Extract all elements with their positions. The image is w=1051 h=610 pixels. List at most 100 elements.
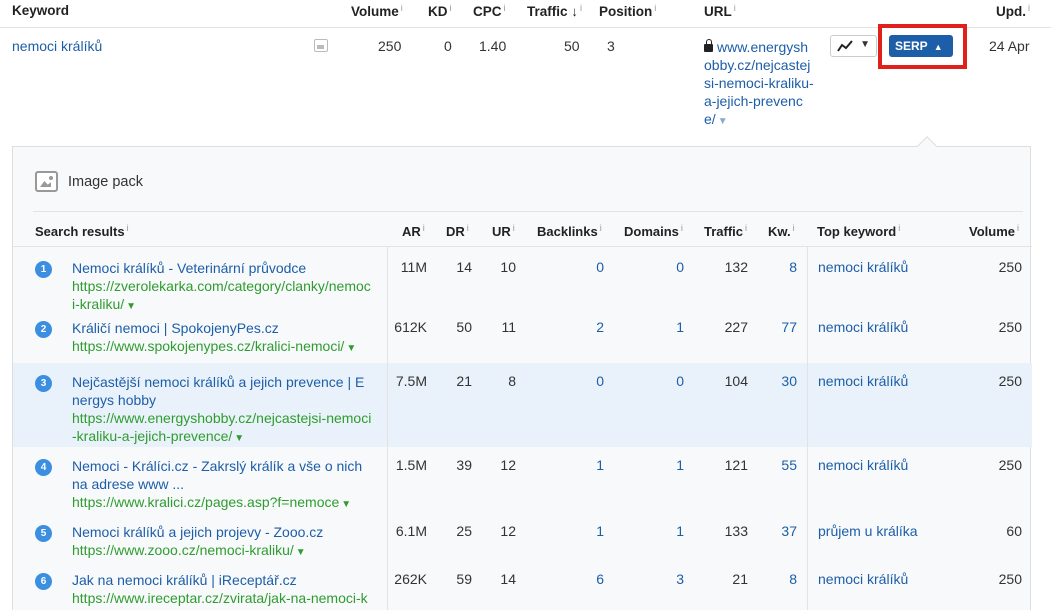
result-title-link[interactable]: Nemoci - Králíci.cz - Zakrslý králík a v…	[72, 458, 362, 492]
result-domains-link[interactable]: 0	[676, 259, 684, 275]
serp-result-row: 2 Králičí nemoci | SpokojenyPes.cz https:/…	[13, 309, 1032, 363]
rank-badge: 2	[35, 321, 52, 338]
result-title-link[interactable]: Jak na nemoci králíků | iReceptář.cz	[72, 572, 297, 588]
serp-result-row: 6 Jak na nemoci králíků | iReceptář.cz htt…	[13, 561, 1032, 610]
serp-panel: Image pack Search results i AR i DR i UR i B…	[12, 146, 1032, 610]
result-dr: 50	[456, 319, 472, 335]
col-position[interactable]: Position i	[599, 3, 656, 19]
col-backlinks[interactable]: Backlinks i	[537, 223, 602, 239]
keyword-updated: 24 Apr	[989, 38, 1030, 54]
caret-down-icon[interactable]: ▼	[341, 499, 351, 510]
caret-down-icon[interactable]: ▼	[346, 343, 356, 354]
result-backlinks-link[interactable]: 1	[596, 457, 604, 473]
result-url-link[interactable]: https://www.ireceptar.cz/zvirata/jak-na-…	[72, 590, 368, 610]
result-top-keyword-link[interactable]: nemoci králíků	[818, 571, 908, 587]
result-title-link[interactable]: Nemoci králíků a jejich projevy - Zooo.c…	[72, 524, 323, 540]
result-backlinks-link[interactable]: 1	[596, 523, 604, 539]
result-kw-link[interactable]: 8	[789, 259, 797, 275]
result-domains-link[interactable]: 1	[676, 319, 684, 335]
col-kw[interactable]: Kw. i	[768, 223, 795, 239]
result-traffic: 227	[724, 319, 748, 335]
caret-down-icon[interactable]: ▼	[234, 433, 244, 444]
result-kw-link[interactable]: 37	[781, 523, 797, 539]
result-kw-link[interactable]: 55	[781, 457, 797, 473]
col-ar[interactable]: AR i	[402, 223, 425, 239]
col-volume[interactable]: Volume i	[351, 3, 403, 19]
col-traffic[interactable]: Traffic i	[704, 223, 747, 239]
col-dr[interactable]: DR i	[446, 223, 469, 239]
image-pack-icon	[314, 39, 328, 52]
result-top-keyword-link[interactable]: nemoci králíků	[818, 259, 908, 275]
serp-result-row: 1 Nemoci králíků - Veterinární průvodce ht…	[13, 249, 1032, 312]
result-top-keyword-link[interactable]: nemoci králíků	[818, 373, 908, 389]
result-url-link[interactable]: https://www.zooo.cz/nemoci-kraliku/	[72, 542, 294, 558]
result-dr: 14	[456, 259, 472, 275]
result-domains-link[interactable]: 3	[676, 571, 684, 587]
result-traffic: 121	[724, 457, 748, 473]
result-top-keyword-link[interactable]: nemoci králíků	[818, 457, 908, 473]
col-url[interactable]: URL i	[704, 3, 736, 19]
result-url-link[interactable]: https://www.spokojenypes.cz/kralici-nemo…	[72, 338, 344, 354]
result-cell: Králičí nemoci | SpokojenyPes.cz https://…	[72, 319, 372, 358]
result-ar: 11M	[400, 259, 427, 275]
result-ar: 262K	[394, 571, 427, 587]
col-top-keyword[interactable]: Top keyword i	[817, 223, 900, 239]
result-title-link[interactable]: Nemoci králíků - Veterinární průvodce	[72, 260, 306, 276]
result-ur: 10	[500, 259, 516, 275]
trend-chart-icon	[837, 40, 853, 52]
lock-icon	[704, 39, 713, 52]
keyword-link[interactable]: nemoci králíků	[12, 38, 102, 54]
col-cpc[interactable]: CPC i	[473, 3, 506, 19]
result-top-keyword-link[interactable]: nemoci králíků	[818, 319, 908, 335]
caret-down-icon[interactable]: ▼	[718, 116, 728, 127]
column-divider	[807, 247, 808, 610]
col-ur[interactable]: UR i	[492, 223, 515, 239]
chevron-down-icon: ▼	[860, 39, 870, 50]
result-cell: Jak na nemoci králíků | iReceptář.cz http…	[72, 571, 372, 610]
result-domains-link[interactable]: 1	[676, 523, 684, 539]
column-divider	[387, 247, 388, 610]
rank-badge: 6	[35, 573, 52, 590]
result-title-link[interactable]: Králičí nemoci | SpokojenyPes.cz	[72, 320, 279, 336]
result-backlinks-link[interactable]: 0	[596, 259, 604, 275]
chart-dropdown-button[interactable]: ▼	[830, 35, 877, 57]
result-domains-link[interactable]: 0	[676, 373, 684, 389]
result-domains-link[interactable]: 1	[676, 457, 684, 473]
result-kw-link[interactable]: 30	[781, 373, 797, 389]
result-title-link[interactable]: Nejčastější nemoci králíků a jejich prev…	[72, 374, 364, 408]
result-backlinks-link[interactable]: 6	[596, 571, 604, 587]
col-traffic[interactable]: Traffic ↓ i	[527, 3, 582, 19]
result-traffic: 132	[724, 259, 748, 275]
col-domains[interactable]: Domains i	[624, 223, 683, 239]
result-ar: 1.5M	[395, 457, 427, 473]
result-volume: 250	[998, 373, 1022, 389]
serp-button[interactable]: SERP ▲	[889, 35, 953, 57]
result-ar: 6.1M	[395, 523, 427, 539]
result-volume: 250	[998, 571, 1022, 587]
result-traffic: 133	[724, 523, 748, 539]
result-url-link[interactable]: https://www.energyshobby.cz/nejcastejsi-…	[72, 410, 371, 444]
result-dr: 59	[456, 571, 472, 587]
result-backlinks-link[interactable]: 0	[596, 373, 604, 389]
result-url-link[interactable]: https://zverolekarka.com/category/clanky…	[72, 278, 371, 312]
result-kw-link[interactable]: 8	[789, 571, 797, 587]
result-url-link[interactable]: https://www.kralici.cz/pages.asp?f=nemoc…	[72, 494, 339, 510]
col-search-results[interactable]: Search results i	[35, 223, 129, 239]
col-kd[interactable]: KD i	[428, 3, 452, 19]
keyword-row: nemoci králíků 250 0 1.40 50 3 www.energ…	[0, 24, 1051, 138]
col-keyword[interactable]: Keyword	[12, 3, 69, 18]
keyword-volume: 250	[378, 38, 402, 54]
result-ur: 8	[508, 373, 516, 389]
col-volume[interactable]: Volume i	[969, 223, 1019, 239]
result-ar: 7.5M	[395, 373, 427, 389]
result-dr: 25	[456, 523, 472, 539]
col-updated[interactable]: Upd. i	[996, 3, 1030, 19]
result-kw-link[interactable]: 77	[781, 319, 797, 335]
result-ur: 12	[500, 457, 516, 473]
serp-result-row: 5 Nemoci králíků a jejich projevy - Zooo.…	[13, 513, 1032, 561]
keyword-url[interactable]: www.energyshobby.cz/nejcastejsi-nemoci-k…	[704, 38, 814, 131]
result-backlinks-link[interactable]: 2	[596, 319, 604, 335]
caret-down-icon[interactable]: ▼	[296, 547, 306, 558]
result-top-keyword-link[interactable]: průjem u králíka	[818, 523, 918, 539]
result-dr: 21	[456, 373, 472, 389]
